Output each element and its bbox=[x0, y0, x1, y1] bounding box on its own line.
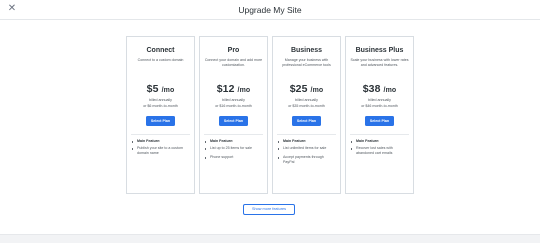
plan-price: $25 /mo bbox=[277, 83, 336, 95]
plan-price: $38 /mo bbox=[350, 83, 409, 95]
plan-card-pro: Pro Connect your domain and add more cus… bbox=[199, 36, 268, 194]
billing-note: billed annually or $35 month-to-month bbox=[277, 98, 336, 109]
feature-item: Main Feature: bbox=[350, 139, 409, 144]
price-period: /mo bbox=[310, 87, 324, 94]
feature-list: Main Feature: Publish your site to a cus… bbox=[131, 139, 190, 156]
feature-item: Phone support bbox=[204, 155, 263, 160]
feature-item: Recover lost sales with abandoned cart e… bbox=[350, 146, 409, 156]
feature-item: Main Feature: bbox=[204, 139, 263, 144]
price-amount: $38 bbox=[362, 83, 381, 95]
plan-card-business-plus: Business Plus Scale your business with l… bbox=[345, 36, 414, 194]
billing-note: billed annually or $16 month-to-month bbox=[204, 98, 263, 109]
divider bbox=[350, 134, 409, 136]
plans-grid: Connect Connect to a custom domain $5 /m… bbox=[126, 36, 417, 196]
divider bbox=[131, 134, 190, 136]
billing-line-2: or $46 month-to-month bbox=[361, 103, 398, 108]
plan-name: Connect bbox=[146, 47, 175, 54]
price-amount: $25 bbox=[289, 83, 308, 95]
feature-item: Publish your site to a custom domain nam… bbox=[131, 146, 190, 156]
price-period: /mo bbox=[383, 87, 397, 94]
billing-note: billed annually or $6 month-to-month bbox=[131, 98, 190, 109]
select-plan-button[interactable]: Select Plan bbox=[219, 116, 248, 127]
plan-description: Scale your business with lower rates and… bbox=[350, 58, 409, 68]
price-period: /mo bbox=[161, 87, 175, 94]
feature-list: Main Feature: List up to 25 items for sa… bbox=[204, 139, 263, 160]
plan-card-connect: Connect Connect to a custom domain $5 /m… bbox=[126, 36, 195, 194]
select-plan-button[interactable]: Select Plan bbox=[146, 116, 175, 127]
price-period: /mo bbox=[237, 87, 251, 94]
billing-line-2: or $35 month-to-month bbox=[288, 103, 325, 108]
feature-item: Main Feature: bbox=[131, 139, 190, 144]
price-amount: $5 bbox=[146, 83, 159, 95]
plan-description: Connect to a custom domain bbox=[137, 58, 184, 62]
plan-name: Business Plus bbox=[355, 47, 404, 54]
feature-item: List unlimited items for sale bbox=[277, 146, 336, 151]
plan-card-business: Business Manage your business with profe… bbox=[272, 36, 341, 194]
select-plan-button[interactable]: Select Plan bbox=[292, 116, 321, 127]
plan-price: $12 /mo bbox=[204, 83, 263, 95]
divider bbox=[277, 134, 336, 136]
billing-note: billed annually or $46 month-to-month bbox=[350, 98, 409, 109]
plan-description: Connect your domain and add more customi… bbox=[204, 58, 263, 68]
show-more-features-button[interactable]: Show more features bbox=[243, 204, 295, 215]
plan-name: Pro bbox=[227, 47, 240, 54]
feature-list: Main Feature: Recover lost sales with ab… bbox=[350, 139, 409, 156]
page-title: Upgrade My Site bbox=[238, 5, 302, 15]
billing-line-2: or $16 month-to-month bbox=[215, 103, 252, 108]
plan-price: $5 /mo bbox=[131, 83, 190, 95]
feature-list: Main Feature: List unlimited items for s… bbox=[277, 139, 336, 165]
plan-name: Business bbox=[290, 47, 323, 54]
price-amount: $12 bbox=[216, 83, 235, 95]
divider bbox=[204, 134, 263, 136]
feature-item: List up to 25 items for sale bbox=[204, 146, 263, 151]
plan-description: Manage your business with professional e… bbox=[282, 58, 331, 68]
footer-bar bbox=[0, 234, 540, 243]
billing-line-2: or $6 month-to-month bbox=[143, 103, 178, 108]
feature-item: Main Feature: bbox=[277, 139, 336, 144]
select-plan-button[interactable]: Select Plan bbox=[365, 116, 394, 127]
modal-header: ✕ Upgrade My Site bbox=[0, 0, 540, 20]
feature-item: Accept payments through PayPal bbox=[277, 155, 336, 165]
